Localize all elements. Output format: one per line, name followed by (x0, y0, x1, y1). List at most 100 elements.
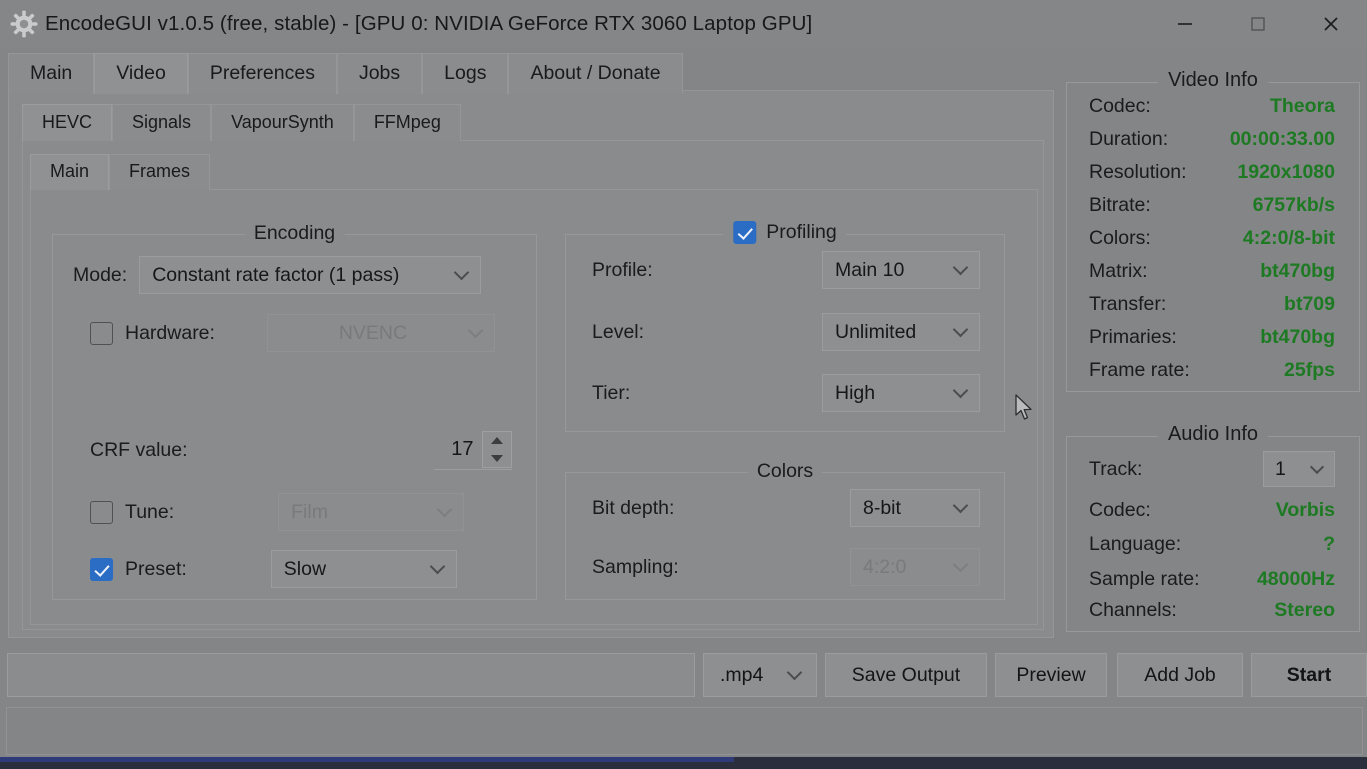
status-bar (6, 707, 1363, 755)
profiling-group-label: Profiling (766, 221, 837, 243)
bit-depth-combo[interactable]: 8-bit (850, 489, 980, 527)
video-info-key: Bitrate: (1089, 194, 1151, 216)
tab-hevc-main[interactable]: Main (30, 154, 110, 190)
crf-label: CRF value: (90, 438, 188, 461)
tab-ffmpeg[interactable]: FFMpeg (353, 104, 461, 141)
tab-signals[interactable]: Signals (112, 104, 212, 141)
tune-combo-value: Film (291, 500, 328, 523)
stepper-up-icon[interactable] (490, 437, 503, 445)
mode-combo[interactable]: Constant rate factor (1 pass) (139, 256, 482, 294)
preview-button[interactable]: Preview (995, 653, 1107, 697)
tab-about-donate-label: About / Donate (530, 62, 661, 84)
tab-logs[interactable]: Logs (422, 53, 509, 94)
tab-hevc[interactable]: HEVC (22, 104, 113, 141)
video-info-key: Resolution: (1089, 161, 1187, 183)
video-info-value: 4:2:0/8-bit (1242, 227, 1335, 249)
minimize-icon[interactable] (1148, 0, 1221, 47)
preset-checkbox[interactable] (90, 557, 113, 581)
window-title: EncodeGUI v1.0.5 (free, stable) - [GPU 0… (45, 11, 813, 35)
output-extension-combo[interactable]: .mp4 (703, 653, 817, 697)
preset-combo-value: Slow (283, 557, 327, 580)
audio-track-combo[interactable]: 1 (1263, 451, 1335, 487)
sampling-combo[interactable]: 4:2:0 (850, 548, 980, 586)
video-info-value: Theora (1269, 95, 1335, 117)
tab-hevc-label: HEVC (42, 112, 93, 132)
output-extension-value: .mp4 (720, 663, 764, 686)
audio-info-title: Audio Info (1157, 423, 1269, 446)
secondary-tab-bar: HEVC Signals VapourSynth FFMpeg (22, 104, 461, 141)
output-path-input[interactable] (7, 653, 695, 697)
mode-combo-value: Constant rate factor (1 pass) (152, 263, 400, 286)
bit-depth-combo-value: 8-bit (863, 496, 901, 519)
audio-info-value: Vorbis (1275, 499, 1335, 521)
preset-combo[interactable]: Slow (270, 550, 457, 588)
add-job-button[interactable]: Add Job (1117, 653, 1243, 697)
tab-hevc-frames[interactable]: Frames (109, 154, 211, 190)
audio-info-value: ? (1323, 533, 1335, 555)
level-combo-value: Unlimited (835, 320, 917, 343)
taskbar-accent (0, 757, 734, 762)
preset-label: Preset: (125, 557, 187, 580)
video-info-row-codec: Codec: Theora (1067, 95, 1359, 128)
hardware-checkbox[interactable] (90, 321, 113, 345)
audio-info-row-channels: Channels: Stereo (1067, 599, 1359, 632)
crf-spinbox[interactable]: 17 (433, 430, 512, 470)
audio-info-group: Audio Info Track: 1 Codec: Vorbis Languag… (1066, 423, 1360, 632)
tab-vapoursynth[interactable]: VapourSynth (211, 104, 354, 141)
close-icon[interactable] (1294, 0, 1367, 47)
video-info-row-primaries: Primaries: bt470bg (1067, 326, 1359, 359)
tab-preferences-label: Preferences (209, 62, 315, 84)
profiling-checkbox[interactable] (733, 221, 757, 244)
tier-label: Tier: (592, 381, 631, 404)
tier-combo[interactable]: High (822, 374, 980, 412)
window-controls (1148, 0, 1367, 47)
video-info-value: bt470bg (1260, 326, 1335, 348)
audio-track-label: Track: (1089, 457, 1143, 480)
audio-info-key: Channels: (1089, 599, 1177, 621)
bit-depth-label: Bit depth: (592, 496, 675, 519)
tab-hevc-frames-label: Frames (129, 161, 191, 181)
stepper-down-icon[interactable] (490, 454, 503, 462)
tune-label: Tune: (125, 500, 175, 523)
video-info-key: Transfer: (1089, 293, 1167, 315)
audio-info-key: Codec: (1089, 499, 1151, 521)
encodegui-window: EncodeGUI v1.0.5 (free, stable) - [GPU 0… (0, 0, 1367, 769)
video-info-key: Codec: (1089, 95, 1151, 117)
save-output-button[interactable]: Save Output (825, 653, 987, 697)
start-button[interactable]: Start (1251, 653, 1367, 697)
video-info-row-transfer: Transfer: bt709 (1067, 293, 1359, 326)
video-info-row-resolution: Resolution: 1920x1080 (1067, 161, 1359, 194)
crf-stepper[interactable] (481, 431, 512, 468)
chevron-down-icon (789, 667, 802, 680)
video-info-row-matrix: Matrix: bt470bg (1067, 260, 1359, 293)
video-info-value: bt709 (1284, 293, 1335, 315)
primary-tab-bar: Main Video Preferences Jobs Logs About /… (8, 53, 683, 94)
maximize-icon[interactable] (1221, 0, 1294, 47)
profile-combo[interactable]: Main 10 (822, 251, 980, 289)
tune-checkbox[interactable] (90, 500, 113, 524)
level-combo[interactable]: Unlimited (822, 313, 980, 351)
preview-label: Preview (1016, 663, 1086, 686)
tune-row: Tune: Film (90, 493, 465, 531)
mode-row: Mode: Constant rate factor (1 pass) (73, 256, 482, 294)
crf-value: 17 (451, 438, 474, 460)
audio-info-row-sample-rate: Sample rate: 48000Hz (1067, 568, 1359, 601)
hardware-combo[interactable]: NVENC (266, 314, 495, 352)
tab-jobs[interactable]: Jobs (336, 53, 423, 94)
audio-track-row: Track: 1 (1067, 449, 1359, 489)
sampling-combo-value: 4:2:0 (863, 555, 907, 578)
tab-vapoursynth-label: VapourSynth (231, 112, 334, 132)
chevron-down-icon (456, 267, 469, 280)
tab-about-donate[interactable]: About / Donate (508, 53, 683, 94)
profile-row: Profile: Main 10 (592, 251, 980, 289)
video-info-key: Frame rate: (1089, 359, 1190, 381)
video-info-row-colors: Colors: 4:2:0/8-bit (1067, 227, 1359, 260)
audio-info-value: Stereo (1274, 599, 1335, 621)
tune-combo[interactable]: Film (278, 493, 465, 531)
video-info-key: Matrix: (1089, 260, 1148, 282)
tab-main[interactable]: Main (8, 53, 95, 94)
tab-preferences[interactable]: Preferences (187, 53, 337, 94)
video-info-group: Video Info Codec: Theora Duration: 00:00:3… (1066, 69, 1360, 392)
audio-track-value: 1 (1275, 457, 1286, 480)
tab-video[interactable]: Video (94, 53, 188, 94)
